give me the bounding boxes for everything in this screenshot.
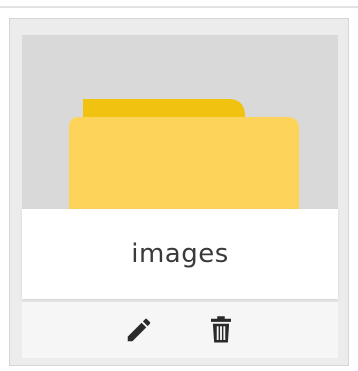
folder-actions-bar [22, 301, 338, 358]
folder-name-panel[interactable]: images [22, 209, 338, 299]
folder-card[interactable]: images [9, 18, 349, 366]
folder-name: images [131, 239, 229, 269]
edit-button[interactable] [121, 312, 157, 348]
folder-icon [69, 99, 299, 225]
pencil-icon [127, 318, 151, 342]
folder-preview[interactable] [22, 35, 338, 225]
trash-icon [211, 316, 231, 343]
delete-button[interactable] [203, 312, 239, 348]
top-divider [0, 6, 358, 8]
